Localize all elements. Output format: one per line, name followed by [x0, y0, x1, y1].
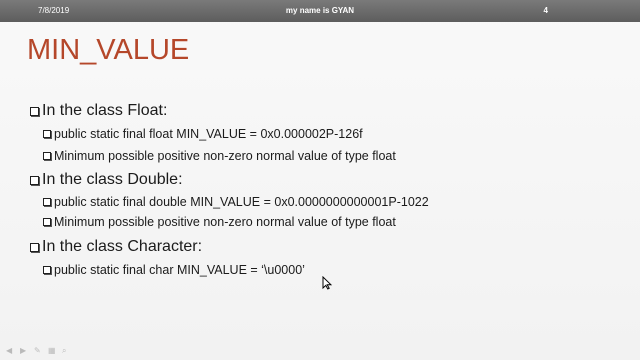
bullet-double-class: In the class Double: — [30, 170, 183, 190]
pen-icon[interactable]: ✎ — [34, 347, 42, 355]
slide-header: 7/8/2019 my name is GYAN 4 — [0, 0, 640, 22]
bullet-text: public static final float MIN_VALUE = 0x… — [54, 127, 363, 141]
slides-icon[interactable]: ▦ — [48, 347, 56, 355]
bullet-float-declaration: public static final float MIN_VALUE = 0x… — [43, 126, 363, 142]
bullet-double-description: Minimum possible positive non-zero norma… — [43, 214, 396, 230]
previous-icon[interactable]: ◀ — [6, 347, 14, 355]
bullet-float-description: Minimum possible positive non-zero norma… — [43, 148, 396, 164]
bullet-double-declaration: public static final double MIN_VALUE = 0… — [43, 194, 429, 210]
bullet-text: public static final double MIN_VALUE = 0… — [54, 195, 429, 209]
presentation-toolbar: ◀ ▶ ✎ ▦ ⌕ — [6, 347, 70, 355]
slide: 7/8/2019 my name is GYAN 4 MIN_VALUE In … — [0, 0, 640, 360]
page-number: 4 — [543, 6, 548, 15]
bullet-text: Minimum possible positive non-zero norma… — [54, 149, 396, 163]
bullet-text: In the class Float: — [42, 102, 168, 119]
square-bullet-icon — [43, 218, 51, 226]
mouse-pointer-icon — [322, 276, 332, 290]
bullet-text: public static final char MIN_VALUE = ‘\u… — [54, 263, 305, 277]
bullet-character-declaration: public static final char MIN_VALUE = ‘\u… — [43, 262, 305, 278]
bullet-character-class: In the class Character: — [30, 237, 202, 257]
bullet-text: In the class Double: — [42, 171, 183, 188]
square-bullet-icon — [43, 198, 51, 206]
square-bullet-icon — [30, 106, 39, 116]
bullet-text: Minimum possible positive non-zero norma… — [54, 215, 396, 229]
search-icon[interactable]: ⌕ — [62, 347, 70, 355]
square-bullet-icon — [43, 152, 51, 160]
next-icon[interactable]: ▶ — [20, 347, 28, 355]
slide-title: MIN_VALUE — [27, 34, 190, 66]
square-bullet-icon — [43, 266, 51, 274]
bullet-float-class: In the class Float: — [30, 101, 167, 121]
square-bullet-icon — [30, 242, 39, 252]
square-bullet-icon — [43, 130, 51, 138]
bullet-text: In the class Character: — [42, 238, 203, 255]
square-bullet-icon — [30, 175, 39, 185]
